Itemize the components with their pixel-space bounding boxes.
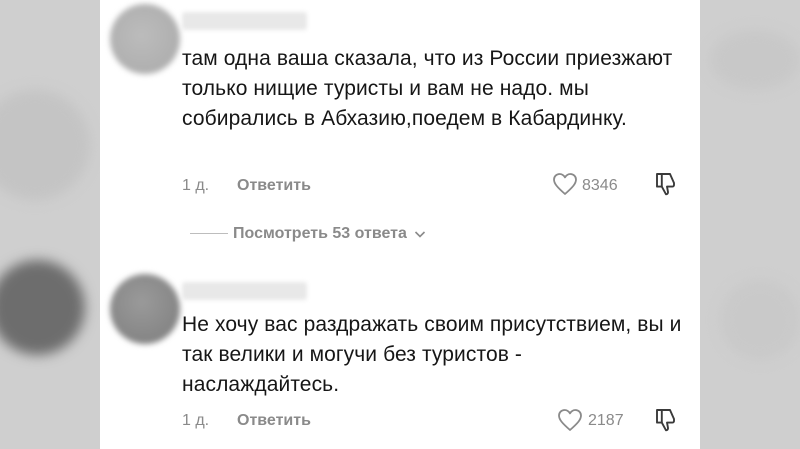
- comment-item: Не хочу вас раздражать своим присутствие…: [100, 270, 700, 449]
- comments-panel: там одна ваша сказала, что из России при…: [100, 0, 700, 449]
- comment-item: там одна ваша сказала, что из России при…: [100, 0, 700, 270]
- heart-icon[interactable]: [557, 408, 583, 437]
- background-blob: [710, 30, 800, 90]
- dislike-icon[interactable]: [653, 171, 679, 202]
- background-blob: [720, 280, 800, 360]
- username-redacted[interactable]: [182, 12, 307, 30]
- reply-button[interactable]: Ответить: [237, 412, 311, 430]
- background-blob: [0, 90, 90, 200]
- dislike-icon[interactable]: [653, 407, 679, 438]
- heart-icon[interactable]: [552, 172, 578, 201]
- view-replies-button[interactable]: Посмотреть 53 ответа: [233, 225, 426, 243]
- view-replies-label: Посмотреть 53 ответа: [233, 225, 407, 242]
- avatar[interactable]: [110, 4, 180, 74]
- thread-divider: [190, 233, 228, 234]
- comment-text: Не хочу вас раздражать своим присутствие…: [182, 313, 682, 396]
- avatar[interactable]: [110, 274, 180, 344]
- chevron-down-icon: [415, 231, 426, 238]
- likes-count: 8346: [582, 177, 618, 194]
- likes-count: 2187: [588, 412, 624, 429]
- comment-time: 1 д.: [182, 177, 210, 194]
- comment-text: там одна ваша сказала, что из России при…: [182, 47, 673, 130]
- comment-time: 1 д.: [182, 412, 210, 429]
- username-redacted[interactable]: [182, 282, 307, 300]
- reply-button[interactable]: Ответить: [237, 177, 311, 195]
- background-blob: [0, 260, 85, 355]
